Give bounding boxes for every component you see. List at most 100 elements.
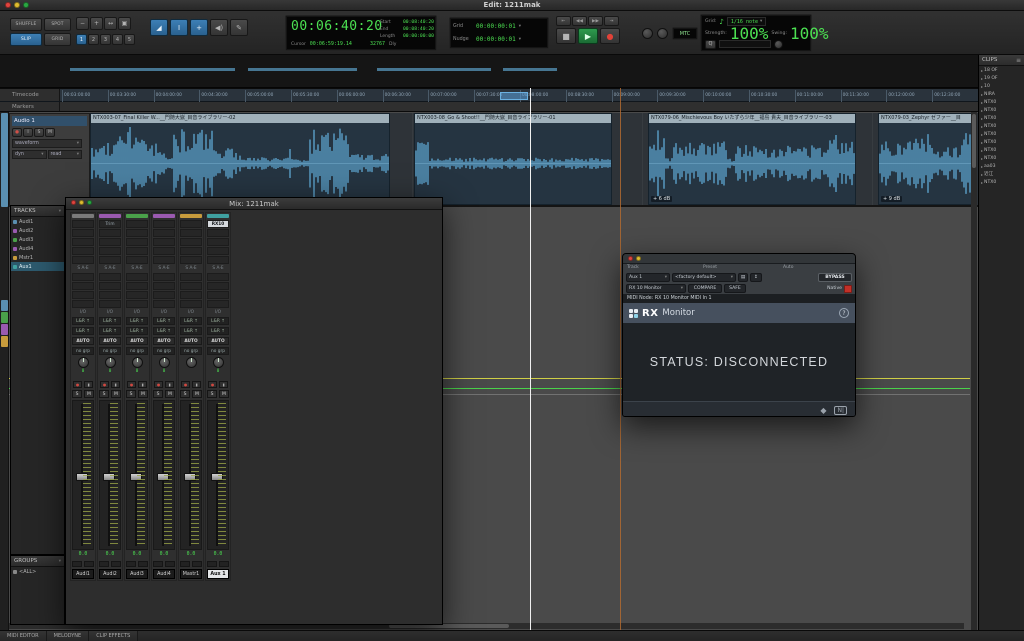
online-button[interactable]: [642, 28, 653, 39]
librarian-menu-button[interactable]: ▤: [738, 273, 748, 282]
send-slot[interactable]: [126, 291, 148, 299]
audio-clip[interactable]: NTX079-06_Mischievous Boy いたずら少年__福島 貴夫_…: [648, 113, 856, 205]
input-selector[interactable]: L&R ↑: [180, 317, 202, 325]
mix-titlebar[interactable]: Mix: 1211mak: [66, 198, 442, 210]
insert-slot[interactable]: RX10: [207, 220, 229, 228]
automation-mode-button[interactable]: AUTO: [99, 337, 121, 345]
track-nameplate[interactable]: Audi4: [153, 569, 175, 579]
playhead[interactable]: [530, 88, 531, 630]
track-list-item[interactable]: Audi1: [11, 217, 64, 226]
automation-mode-button[interactable]: AUTO: [126, 337, 148, 345]
stop-button[interactable]: ■: [556, 28, 576, 44]
solo-button[interactable]: S: [207, 390, 217, 398]
clip-list-item[interactable]: ▸NTX0: [979, 178, 1024, 186]
track-color-chip[interactable]: [153, 214, 175, 218]
insert-slot[interactable]: [72, 238, 94, 246]
event-value-box[interactable]: [719, 40, 771, 48]
clip-list-item[interactable]: ▸NTX0: [979, 154, 1024, 162]
track-nameplate[interactable]: Audi3: [126, 569, 148, 579]
play-button[interactable]: ▶: [578, 28, 598, 44]
insert-slot[interactable]: [72, 247, 94, 255]
mtc-indicator[interactable]: MTC: [672, 27, 698, 40]
pan-knob[interactable]: [159, 357, 170, 368]
solo-button[interactable]: S: [99, 390, 109, 398]
record-button[interactable]: ●: [600, 28, 620, 44]
zoom-preset-3[interactable]: 3: [100, 34, 111, 45]
selection-value[interactable]: 00:08:40:20: [403, 20, 434, 25]
bottom-tab-melodyne[interactable]: MELODYNE: [47, 631, 90, 641]
mode-shuffle[interactable]: SHUFFLE: [10, 18, 42, 31]
bypass-button[interactable]: BYPASS: [818, 273, 852, 282]
minimize-button[interactable]: [636, 256, 641, 261]
send-slot[interactable]: [72, 300, 94, 308]
insert-slot[interactable]: [207, 238, 229, 246]
mute-button[interactable]: M: [138, 390, 148, 398]
input-selector[interactable]: L&R ↑: [72, 317, 94, 325]
solo-button[interactable]: S: [72, 390, 82, 398]
groups-panel-header[interactable]: GROUPS ▾: [11, 556, 64, 567]
solo-button[interactable]: S: [34, 128, 44, 137]
mode-grid[interactable]: GRID: [44, 33, 71, 46]
zoom-window-button[interactable]: [23, 2, 29, 8]
send-slot[interactable]: [207, 300, 229, 308]
clip-list-item[interactable]: ▸NTX0: [979, 130, 1024, 138]
track-list-item[interactable]: Audi2: [11, 226, 64, 235]
return-to-zero-button[interactable]: ⇤: [556, 16, 571, 26]
track-nameplate[interactable]: Audi1: [72, 569, 94, 579]
input-selector[interactable]: L&R ↑: [126, 317, 148, 325]
mode-spot[interactable]: SPOT: [44, 18, 71, 31]
send-slot[interactable]: [126, 273, 148, 281]
compare-button[interactable]: COMPARE: [688, 284, 722, 293]
insert-slot[interactable]: [99, 256, 121, 264]
close-button[interactable]: [5, 2, 11, 8]
selection-value[interactable]: 00:08:40:20: [403, 27, 434, 32]
bottom-tab-clip-effects[interactable]: CLIP EFFECTS: [89, 631, 138, 641]
clip-list-item[interactable]: ▸NTX0: [979, 122, 1024, 130]
rewind-button[interactable]: ◀◀: [572, 16, 587, 26]
zoom-out-button[interactable]: −: [76, 17, 89, 30]
track-color-chip[interactable]: [72, 214, 94, 218]
automation-mode-button[interactable]: AUTO: [72, 337, 94, 345]
zoom-in-button[interactable]: +: [90, 17, 103, 30]
zoom-window-button[interactable]: [87, 200, 92, 205]
audio-clip[interactable]: NTX079-03_Zephyr ゼファー__目+ 9 dB: [878, 113, 975, 205]
clip-list-item[interactable]: ▸NTX0: [979, 114, 1024, 122]
target-button[interactable]: [844, 285, 852, 293]
output-selector[interactable]: L&R ↑: [72, 327, 94, 335]
solo-button[interactable]: S: [126, 390, 136, 398]
pan-knob[interactable]: [132, 357, 143, 368]
send-slot[interactable]: [99, 282, 121, 290]
send-slot[interactable]: [72, 282, 94, 290]
minimize-button[interactable]: [79, 200, 84, 205]
clip-list-item[interactable]: ▸NIRA: [979, 90, 1024, 98]
preset-step-buttons[interactable]: ↕: [750, 273, 762, 282]
insert-slot[interactable]: [180, 220, 202, 228]
insert-slot[interactable]: [99, 238, 121, 246]
zoom-preset-1[interactable]: 1: [76, 34, 87, 45]
clips-panel-header[interactable]: CLIPS ≡: [979, 55, 1024, 66]
send-slot[interactable]: [207, 273, 229, 281]
close-button[interactable]: [628, 256, 633, 261]
zoom-preset-5[interactable]: 5: [124, 34, 135, 45]
insert-slot[interactable]: [180, 256, 202, 264]
input-monitor-button[interactable]: ▮: [219, 381, 228, 388]
value-display[interactable]: 00:00:00:01: [476, 23, 516, 30]
mute-button[interactable]: M: [219, 390, 229, 398]
insert-slot[interactable]: [180, 229, 202, 237]
group-selector[interactable]: no grp: [207, 347, 229, 355]
track-list-item[interactable]: Aux1: [11, 262, 64, 271]
event-knob[interactable]: [774, 40, 783, 49]
track-color-chip[interactable]: [126, 214, 148, 218]
track-nameplate[interactable]: Audi2: [99, 569, 121, 579]
track-lane[interactable]: NTX003-07_Final Killer W...__門随大嶽_目音ライブラ…: [90, 113, 978, 207]
output-selector[interactable]: L&R ↑: [180, 327, 202, 335]
pan-knob[interactable]: [105, 357, 116, 368]
insert-slot[interactable]: [126, 247, 148, 255]
insert-slot[interactable]: Trim: [99, 220, 121, 228]
group-selector[interactable]: no grp: [126, 347, 148, 355]
insert-slot[interactable]: [72, 229, 94, 237]
insert-slot[interactable]: [99, 229, 121, 237]
insert-slot[interactable]: [99, 247, 121, 255]
insert-slot[interactable]: [153, 238, 175, 246]
input-selector[interactable]: L&R ↑: [207, 317, 229, 325]
